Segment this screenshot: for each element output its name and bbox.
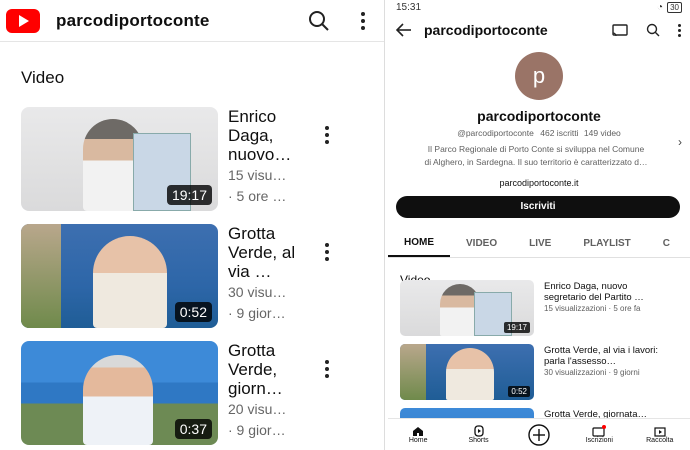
video-age: · 9 gior…: [228, 422, 286, 438]
tab-home[interactable]: HOME: [388, 230, 450, 257]
video-views: 15 visu…: [228, 167, 287, 183]
video-menu-icon[interactable]: [320, 126, 334, 144]
add-icon: [528, 423, 550, 446]
video-views: 30 visu…: [228, 284, 287, 300]
video-thumbnail[interactable]: 0:52: [21, 224, 218, 328]
channel-description[interactable]: Il Parco Regionale di Porto Conte si svi…: [398, 143, 674, 169]
nav-home[interactable]: Home: [393, 426, 443, 444]
channel-name: parcodiportoconte: [477, 108, 601, 124]
back-arrow-icon[interactable]: [396, 23, 412, 37]
video-thumbnail[interactable]: 0:37: [21, 341, 218, 445]
more-options-icon[interactable]: [356, 11, 370, 30]
status-bar: 15:31 ◔ 30: [388, 0, 690, 15]
list-item[interactable]: 0:52 Grotta Verde, al via i lavori: parl…: [400, 344, 680, 400]
library-icon: [654, 426, 666, 437]
status-time: 15:31: [396, 2, 422, 13]
nav-label: Iscrizioni: [585, 437, 613, 444]
video-title[interactable]: Grotta Verde, giorn…: [228, 341, 300, 398]
video-title[interactable]: Enrico Daga, nuovo segretario del Partit…: [544, 281, 670, 303]
video-thumbnail[interactable]: 19:17: [400, 280, 534, 336]
youtube-logo-icon[interactable]: [6, 8, 40, 33]
video-duration: 0:37: [174, 419, 212, 439]
video-title[interactable]: Grotta Verde, al via i lavori: parla l'a…: [544, 345, 670, 367]
subscriber-count: 462 iscritti: [540, 128, 579, 138]
nav-label: Home: [408, 436, 428, 444]
video-count: 149 video: [583, 128, 621, 138]
battery-icon: 30: [667, 2, 682, 13]
video-duration: 19:17: [166, 185, 212, 205]
channel-stats: @parcodiportoconte 462 iscritti 149 vide…: [388, 128, 690, 138]
channel-title: parcodiportoconte: [56, 10, 210, 30]
tab-community[interactable]: C: [647, 230, 686, 257]
subscribe-button[interactable]: Iscriviti: [396, 196, 680, 218]
top-app-bar: parcodiportoconte: [388, 15, 690, 45]
top-app-bar: parcodiportoconte: [0, 0, 384, 42]
wifi-icon: ◔: [657, 2, 664, 13]
list-item[interactable]: 19:17 Enrico Daga, nuovo segretario del …: [400, 280, 680, 336]
more-options-icon[interactable]: [676, 23, 682, 37]
search-icon[interactable]: [308, 10, 330, 32]
nav-shorts[interactable]: Shorts: [454, 425, 504, 444]
description-line: Il Parco Regionale di Porto Conte si svi…: [427, 144, 645, 154]
video-thumbnail[interactable]: 19:17: [21, 107, 218, 211]
search-icon[interactable]: [646, 23, 660, 37]
video-age: · 9 gior…: [228, 305, 286, 321]
channel-link[interactable]: parcodiportoconte.it: [388, 178, 690, 188]
video-views: 20 visu…: [228, 401, 287, 417]
tab-video[interactable]: VIDEO: [450, 230, 513, 257]
description-line: di Alghero, in Sardegna. Il suo territor…: [424, 157, 648, 167]
cliff: [400, 344, 426, 400]
home-icon: [413, 426, 424, 436]
video-meta: 15 visualizzazioni · 5 ore fa: [544, 304, 641, 313]
cliff: [21, 224, 61, 328]
video-age: · 5 ore …: [228, 188, 287, 204]
left-screenshot: parcodiportoconte Video 19:17 Enrico Dag…: [0, 0, 384, 450]
channel-handle: @parcodiportoconte: [457, 128, 534, 138]
chevron-right-icon[interactable]: ›: [678, 135, 682, 149]
divider: [384, 0, 385, 450]
person-figure: [93, 236, 167, 328]
video-thumbnail[interactable]: 0:52: [400, 344, 534, 400]
shorts-icon: [473, 425, 484, 437]
avatar[interactable]: p: [515, 52, 563, 100]
subscriptions-icon: [592, 425, 607, 437]
nav-create[interactable]: [514, 423, 564, 446]
nav-library[interactable]: Raccolta: [635, 426, 685, 444]
video-duration: 0:52: [508, 386, 530, 397]
tab-live[interactable]: LIVE: [513, 230, 567, 257]
video-menu-icon[interactable]: [320, 360, 334, 378]
bottom-navigation: Home Shorts Iscrizioni Raccolta: [388, 418, 690, 450]
section-heading: Video: [21, 68, 65, 87]
person-figure: [83, 355, 153, 445]
tab-playlist[interactable]: PLAYLIST: [567, 230, 646, 257]
nav-label: Shorts: [468, 437, 489, 444]
cast-icon[interactable]: [612, 23, 628, 37]
video-title[interactable]: Grotta Verde, al via …: [228, 224, 300, 281]
channel-tabs: HOME VIDEO LIVE PLAYLIST C: [388, 230, 690, 258]
video-title[interactable]: Enrico Daga, nuovo…: [228, 107, 300, 164]
channel-title: parcodiportoconte: [424, 22, 548, 38]
person-figure: [446, 348, 494, 400]
right-screenshot: 15:31 ◔ 30 parcodiportoconte p parcodipo…: [388, 0, 690, 450]
video-meta: 30 visualizzazioni · 9 giorni: [544, 368, 640, 377]
nav-subscriptions[interactable]: Iscrizioni: [574, 425, 624, 444]
nav-label: Raccolta: [646, 436, 674, 444]
video-duration: 0:52: [174, 302, 212, 322]
video-menu-icon[interactable]: [320, 243, 334, 261]
video-duration: 19:17: [503, 322, 530, 333]
